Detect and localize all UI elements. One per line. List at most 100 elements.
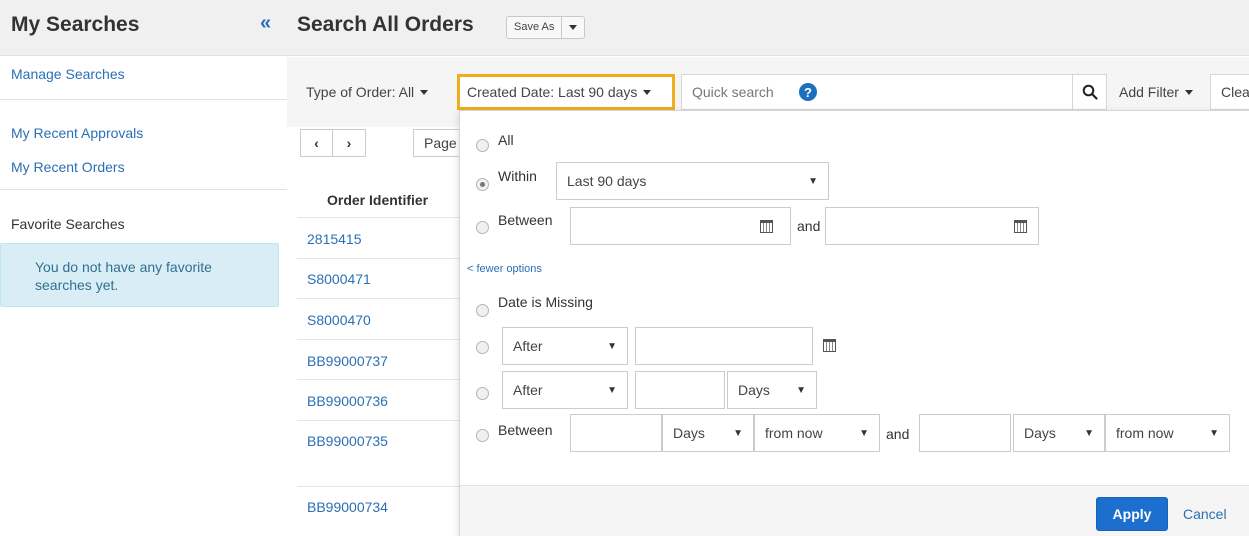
caret-down-icon: ▼	[1084, 427, 1094, 439]
after-days-unit-select[interactable]: Days ▼	[727, 371, 817, 409]
after-days-unit-value: Days	[738, 382, 770, 398]
row-divider	[297, 298, 467, 299]
row-divider	[297, 339, 467, 340]
order-link[interactable]: BB99000735	[307, 433, 388, 449]
date-missing-radio[interactable]	[476, 304, 489, 317]
row-divider	[297, 486, 467, 487]
calendar-icon[interactable]	[760, 220, 773, 233]
between-dates-radio[interactable]	[476, 221, 489, 234]
caret-down-icon	[1184, 89, 1193, 95]
all-label: All	[498, 132, 514, 148]
date-missing-label: Date is Missing	[498, 294, 593, 310]
after-days-count-input[interactable]	[635, 371, 725, 409]
my-recent-approvals-link[interactable]: My Recent Approvals	[11, 125, 143, 141]
within-radio[interactable]	[476, 178, 489, 191]
created-date-panel: All Within Last 90 days ▼ Between and < …	[459, 110, 1249, 536]
quick-search-input[interactable]	[681, 74, 1073, 110]
order-link[interactable]: BB99000736	[307, 393, 388, 409]
after-date-input[interactable]	[635, 327, 813, 365]
caret-down-icon: ▼	[808, 175, 818, 187]
created-date-label: Created Date: Last 90 days	[467, 84, 638, 100]
calendar-icon[interactable]	[823, 339, 836, 352]
sidebar: My Searches « Manage Searches My Recent …	[0, 0, 287, 536]
between-start-unit-select[interactable]: Days ▼	[662, 414, 754, 452]
between-dates-label: Between	[498, 212, 553, 228]
and-label: and	[886, 426, 910, 442]
clear-button[interactable]: Clear	[1210, 74, 1249, 110]
collapse-sidebar-icon[interactable]: «	[260, 12, 271, 35]
and-label: and	[797, 218, 821, 234]
between-end-unit-select[interactable]: Days ▼	[1013, 414, 1105, 452]
between-start-direction-select[interactable]: from now ▼	[754, 414, 880, 452]
order-link[interactable]: BB99000737	[307, 353, 388, 369]
after-days-select[interactable]: After ▼	[502, 371, 628, 409]
search-button[interactable]	[1073, 74, 1107, 110]
between-relative-label: Between	[498, 422, 553, 438]
main-header: Search All Orders Save As	[287, 0, 1249, 56]
save-as-dropdown-button[interactable]	[562, 17, 584, 38]
order-link[interactable]: BB99000734	[307, 499, 388, 515]
caret-down-icon: ▼	[607, 384, 617, 396]
within-range-select[interactable]: Last 90 days ▼	[556, 162, 829, 200]
caret-down-icon: ▼	[859, 427, 869, 439]
favorite-searches-heading: Favorite Searches	[11, 216, 125, 232]
order-link[interactable]: S8000471	[307, 271, 371, 287]
after-date-value: After	[513, 338, 543, 354]
within-label: Within	[498, 168, 537, 184]
between-start-date-input[interactable]	[570, 207, 791, 245]
pager: ‹ ›	[300, 129, 366, 157]
between-relative-start-input[interactable]	[570, 414, 662, 452]
all-radio[interactable]	[476, 139, 489, 152]
row-divider	[297, 258, 467, 259]
calendar-icon[interactable]	[1014, 220, 1027, 233]
add-filter-button[interactable]: Add Filter	[1109, 74, 1203, 110]
row-divider	[297, 420, 467, 421]
page-title: Search All Orders	[297, 13, 474, 36]
caret-down-icon: ▼	[796, 384, 806, 396]
between-start-direction-value: from now	[765, 425, 823, 441]
sidebar-divider	[0, 99, 287, 100]
panel-footer: Apply Cancel	[460, 485, 1249, 536]
apply-button[interactable]: Apply	[1096, 497, 1168, 531]
favorites-empty-message: You do not have any favorite searches ye…	[0, 243, 279, 307]
between-end-unit-value: Days	[1024, 425, 1056, 441]
after-date-radio[interactable]	[476, 341, 489, 354]
save-as-group: Save As	[506, 16, 586, 39]
between-end-direction-value: from now	[1116, 425, 1174, 441]
fewer-options-link[interactable]: < fewer options	[467, 263, 542, 275]
after-days-value: After	[513, 382, 543, 398]
between-relative-radio[interactable]	[476, 429, 489, 442]
between-end-direction-select[interactable]: from now ▼	[1105, 414, 1230, 452]
row-divider	[297, 217, 467, 218]
previous-page-button[interactable]: ‹	[300, 129, 333, 157]
sidebar-divider	[0, 189, 287, 190]
caret-down-icon	[420, 89, 429, 95]
caret-down-icon: ▼	[733, 427, 743, 439]
order-identifier-column-header[interactable]: Order Identifier	[327, 192, 428, 208]
sidebar-title: My Searches	[11, 13, 140, 36]
between-start-unit-value: Days	[673, 425, 705, 441]
sidebar-header: My Searches «	[0, 0, 287, 56]
type-of-order-filter[interactable]: Type of Order: All	[296, 74, 438, 110]
caret-down-icon: ▼	[1209, 427, 1219, 439]
search-icon	[1082, 84, 1098, 100]
within-range-value: Last 90 days	[567, 173, 647, 189]
manage-searches-link[interactable]: Manage Searches	[11, 66, 125, 82]
between-relative-end-input[interactable]	[919, 414, 1011, 452]
after-days-radio[interactable]	[476, 387, 489, 400]
order-link[interactable]: 2815415	[307, 231, 362, 247]
caret-down-icon	[569, 25, 578, 30]
caret-down-icon: ▼	[607, 340, 617, 352]
between-end-date-input[interactable]	[825, 207, 1039, 245]
help-icon[interactable]: ?	[799, 83, 817, 101]
add-filter-label: Add Filter	[1119, 84, 1179, 100]
order-link[interactable]: S8000470	[307, 312, 371, 328]
after-date-select[interactable]: After ▼	[502, 327, 628, 365]
my-recent-orders-link[interactable]: My Recent Orders	[11, 159, 125, 175]
caret-down-icon	[643, 89, 652, 95]
created-date-filter[interactable]: Created Date: Last 90 days	[457, 74, 675, 110]
cancel-link[interactable]: Cancel	[1183, 506, 1227, 522]
save-as-button[interactable]: Save As	[507, 17, 563, 38]
next-page-button[interactable]: ›	[333, 129, 366, 157]
type-of-order-label: Type of Order: All	[306, 84, 415, 100]
